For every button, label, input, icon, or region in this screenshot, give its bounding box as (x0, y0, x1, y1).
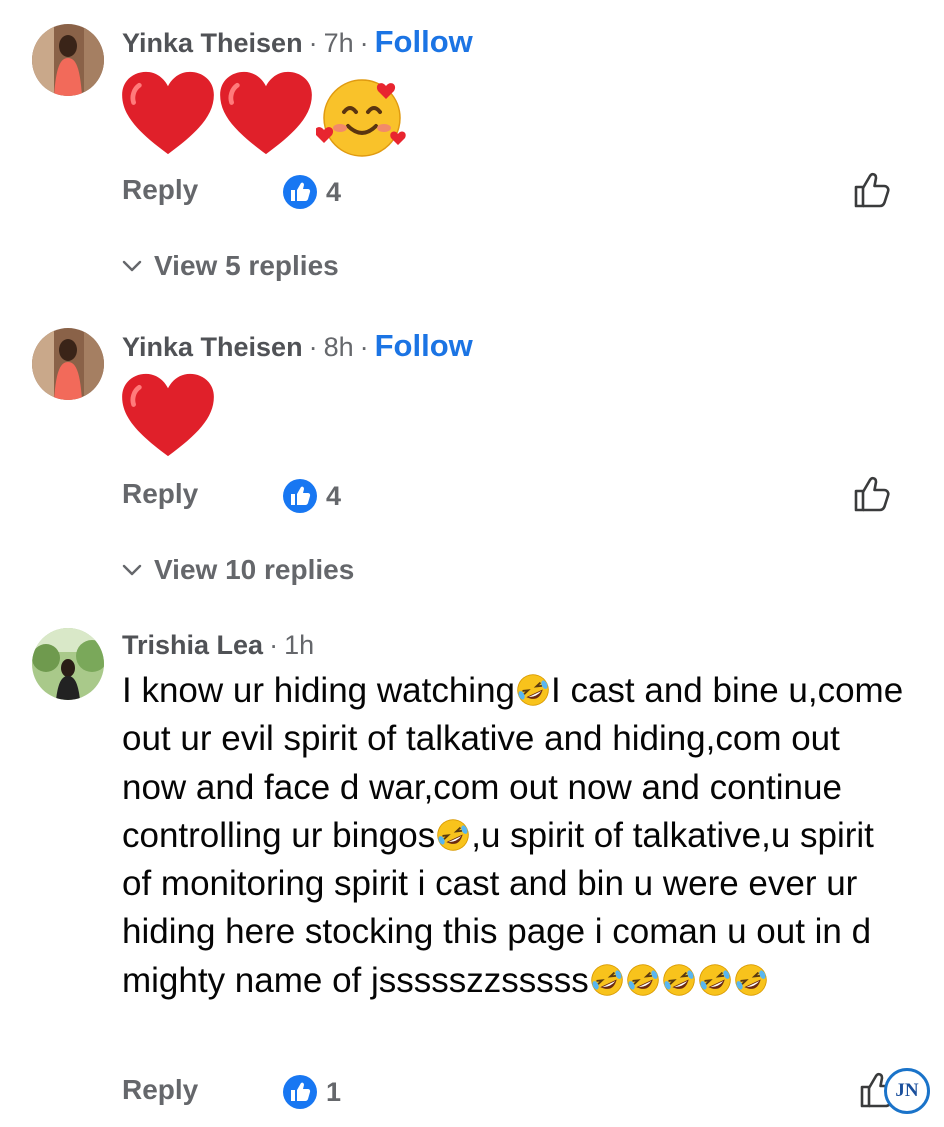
reply-button[interactable]: Reply (122, 174, 198, 206)
like-button[interactable] (852, 170, 892, 210)
follow-button[interactable]: Follow (375, 24, 473, 59)
thumbs-up-icon (282, 174, 318, 210)
comment: Yinka Theisen · 8h · Follow Reply 4 View 10 … (0, 300, 944, 610)
comment-emojis (120, 70, 408, 160)
reaction-count: 4 (326, 176, 342, 207)
rolling-laughing-icon (515, 672, 551, 708)
avatar[interactable] (32, 328, 104, 400)
comment-text-part: I know ur hiding watching (122, 671, 515, 710)
chevron-down-icon (122, 260, 142, 272)
rolling-laughing-icon (733, 962, 769, 998)
comment-meta: Yinka Theisen · 8h · Follow (122, 328, 473, 363)
timestamp[interactable]: 8h (324, 332, 354, 362)
follow-button[interactable]: Follow (375, 328, 473, 363)
view-replies-link[interactable]: View 5 replies (122, 250, 339, 282)
comment-meta: Yinka Theisen · 7h · Follow (122, 24, 473, 59)
red-heart-icon (120, 70, 216, 156)
timestamp[interactable]: 7h (324, 28, 354, 58)
view-replies-label: View 5 replies (154, 250, 339, 281)
reaction-summary[interactable]: 4 (282, 174, 341, 210)
comment-meta: Trishia Lea · 1h (122, 630, 315, 660)
view-replies-label: View 10 replies (154, 554, 355, 585)
comment-emojis (120, 372, 216, 458)
thumbs-up-icon (282, 1074, 318, 1110)
comment: Yinka Theisen · 7h · Follow Reply 4 View 5 r… (0, 0, 944, 300)
comment-text: I know ur hiding watching I cast and bine… (122, 667, 912, 1005)
reaction-count: 1 (326, 1076, 342, 1107)
reply-button[interactable]: Reply (122, 478, 198, 510)
comment: Trishia Lea · 1h I know ur hiding watching… (0, 610, 944, 1127)
view-replies-link[interactable]: View 10 replies (122, 554, 354, 586)
reaction-summary[interactable]: 1 (282, 1074, 341, 1110)
like-button[interactable] (852, 474, 892, 514)
timestamp[interactable]: 1h (284, 630, 314, 660)
comment-actions: Reply 4 (122, 174, 892, 214)
thumbs-up-icon (282, 478, 318, 514)
author-name[interactable]: Yinka Theisen (122, 28, 303, 58)
rolling-laughing-icon (697, 962, 733, 998)
rolling-laughing-icon (435, 817, 471, 853)
red-heart-icon (218, 70, 314, 156)
author-name[interactable]: Trishia Lea (122, 630, 263, 660)
reaction-count: 4 (326, 480, 342, 511)
author-name[interactable]: Yinka Theisen (122, 332, 303, 362)
red-heart-icon (120, 372, 216, 458)
rolling-laughing-icon (625, 962, 661, 998)
chevron-down-icon (122, 564, 142, 576)
avatar[interactable] (32, 628, 104, 700)
rolling-laughing-icon (661, 962, 697, 998)
watermark-logo: JN (884, 1068, 930, 1114)
avatar[interactable] (32, 24, 104, 96)
comment-actions: Reply 1 (122, 1074, 892, 1114)
reaction-summary[interactable]: 4 (282, 478, 341, 514)
comment-actions: Reply 4 (122, 478, 892, 518)
smiling-face-with-hearts-icon (316, 79, 406, 157)
rolling-laughing-icon (589, 962, 625, 998)
reply-button[interactable]: Reply (122, 1074, 198, 1106)
